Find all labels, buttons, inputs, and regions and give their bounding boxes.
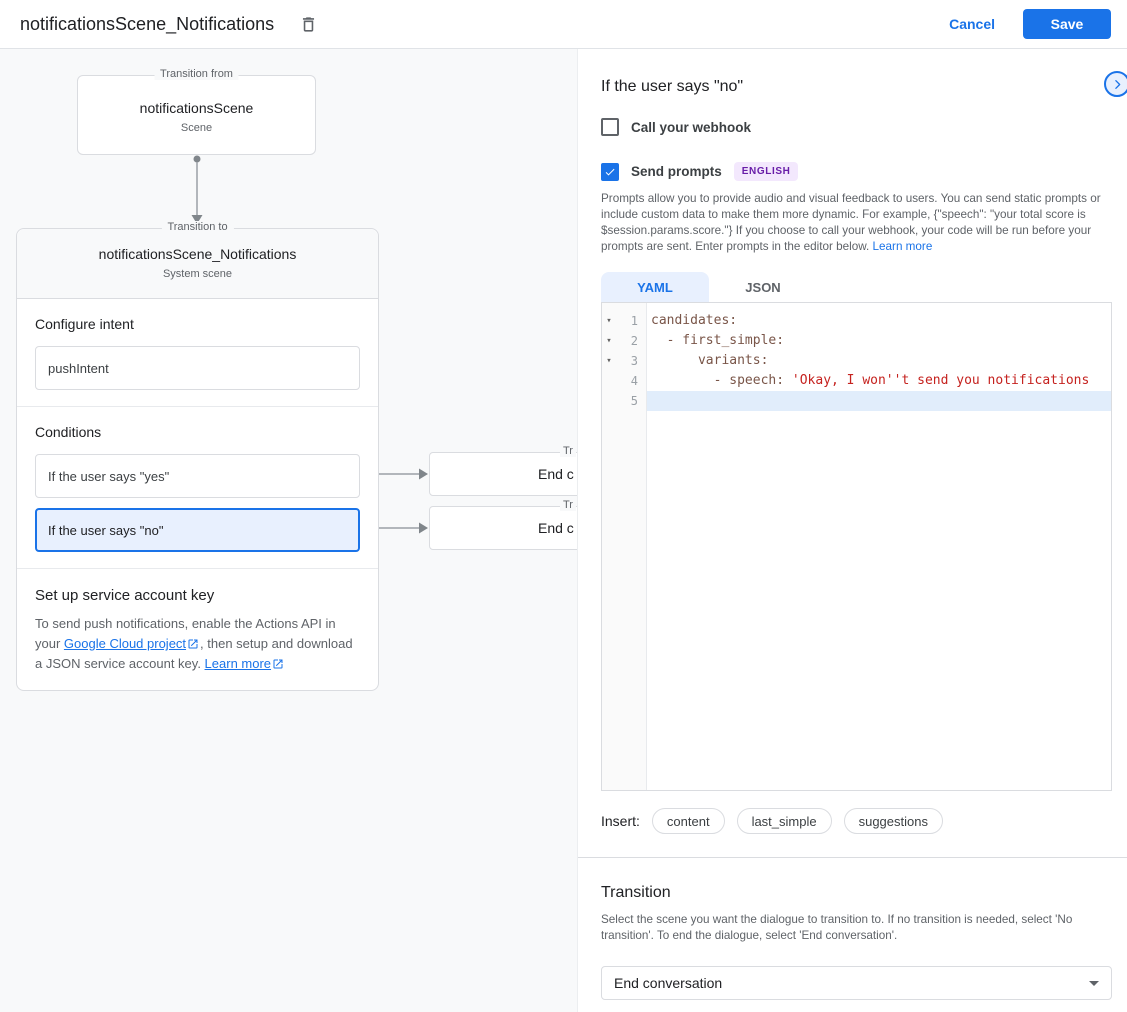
transition-from-badge: Transition from xyxy=(154,68,239,80)
gutter-row: ▾4 xyxy=(602,371,646,391)
webhook-label: Call your webhook xyxy=(631,120,751,135)
scene-card-subtitle: System scene xyxy=(17,268,378,280)
learn-more-link[interactable]: Learn more xyxy=(873,240,933,253)
tab-yaml[interactable]: YAML xyxy=(601,272,709,302)
tab-json[interactable]: JSON xyxy=(709,272,817,302)
code-line[interactable]: candidates: xyxy=(647,311,1111,331)
end-node-badge: Tr xyxy=(560,445,576,457)
end-conversation-node[interactable]: Tr End c xyxy=(429,506,578,550)
code-string: 'Okay, I won''t send you notifications xyxy=(792,373,1089,388)
service-account-title: Set up service account key xyxy=(35,587,360,604)
code-key: - first_simple: xyxy=(651,333,784,348)
chevron-right-icon xyxy=(1111,78,1124,91)
conditions-label: Conditions xyxy=(35,424,360,440)
code-key: variants: xyxy=(651,353,768,368)
send-prompts-row: Send prompts ENGLISH xyxy=(601,162,798,181)
gutter-row: ▾5 xyxy=(602,391,646,411)
header-bar: notificationsScene_Notifications Cancel … xyxy=(0,0,1127,49)
transition-select[interactable]: End conversation xyxy=(601,966,1112,1000)
line-number: 4 xyxy=(616,374,646,388)
transition-description: Select the scene you want the dialogue t… xyxy=(601,912,1113,944)
cancel-button[interactable]: Cancel xyxy=(949,16,995,32)
gutter-row: ▾3 xyxy=(602,351,646,371)
intent-name: pushIntent xyxy=(48,361,109,376)
insert-toolbar: Insert: content last_simple suggestions xyxy=(601,808,943,834)
actions-builder-scene-editor: notificationsScene_Notifications Cancel … xyxy=(0,0,1127,1012)
fold-icon[interactable]: ▾ xyxy=(602,337,616,346)
condition-title: If the user says "no" xyxy=(601,78,743,96)
code-line[interactable]: - first_simple: xyxy=(647,331,1111,351)
editor-tabs: YAML JSON xyxy=(601,272,817,302)
save-button[interactable]: Save xyxy=(1023,9,1111,39)
condition-item-yes[interactable]: If the user says "yes" xyxy=(35,454,360,498)
line-number: 1 xyxy=(616,314,646,328)
external-link-icon xyxy=(272,658,284,670)
collapse-panel-button[interactable] xyxy=(1104,71,1127,97)
language-badge: ENGLISH xyxy=(734,162,799,181)
trash-icon xyxy=(299,15,318,34)
editor-gutter: ▾1 ▾2 ▾3 ▾4 ▾5 xyxy=(602,303,647,790)
code-line[interactable]: - speech: 'Okay, I won''t send you notif… xyxy=(647,371,1111,391)
send-prompts-label: Send prompts xyxy=(631,164,722,179)
insert-last-simple-button[interactable]: last_simple xyxy=(737,808,832,834)
scene-card-header: notificationsScene_Notifications System … xyxy=(17,229,378,299)
page-title: notificationsScene_Notifications xyxy=(20,14,274,35)
condition-label: If the user says "no" xyxy=(48,523,163,538)
code-line[interactable]: variants: xyxy=(647,351,1111,371)
service-account-description: To send push notifications, enable the A… xyxy=(35,614,360,674)
condition-label: If the user says "yes" xyxy=(48,469,169,484)
condition-item-no[interactable]: If the user says "no" xyxy=(35,508,360,552)
conditions-section: Conditions If the user says "yes" If the… xyxy=(17,407,378,569)
code-line-active[interactable] xyxy=(647,391,1111,411)
code-area[interactable]: candidates: - first_simple: variants: - … xyxy=(647,303,1111,790)
configure-intent-section: Configure intent pushIntent xyxy=(17,299,378,407)
code-key: - speech: xyxy=(651,373,792,388)
end-node-badge: Tr xyxy=(560,499,576,511)
intent-item[interactable]: pushIntent xyxy=(35,346,360,390)
service-account-section: Set up service account key To send push … xyxy=(17,569,378,690)
insert-content-button[interactable]: content xyxy=(652,808,725,834)
configure-intent-label: Configure intent xyxy=(35,316,360,332)
line-number: 5 xyxy=(616,394,646,408)
from-node-subtitle: Scene xyxy=(78,122,315,134)
gutter-row: ▾1 xyxy=(602,311,646,331)
transition-select-value: End conversation xyxy=(614,975,722,991)
learn-more-link[interactable]: Learn more xyxy=(205,656,271,671)
section-divider xyxy=(578,857,1127,858)
code-editor[interactable]: ▾1 ▾2 ▾3 ▾4 ▾5 candidates: - first_simpl… xyxy=(601,302,1112,791)
transition-from-node[interactable]: Transition from notificationsScene Scene xyxy=(77,75,316,155)
code-key: candidates: xyxy=(651,313,737,328)
transition-to-badge: Transition to xyxy=(161,221,233,233)
prompts-description-text: Prompts allow you to provide audio and v… xyxy=(601,192,1101,253)
end-conversation-node[interactable]: Tr End c xyxy=(429,452,578,496)
end-node-label: End c xyxy=(538,520,574,536)
condition-editor-panel: If the user says "no" Call your webhook … xyxy=(578,49,1127,1012)
insert-label: Insert: xyxy=(601,813,640,829)
google-cloud-project-link[interactable]: Google Cloud project xyxy=(64,636,186,651)
scene-card-title: notificationsScene_Notifications xyxy=(17,229,378,262)
line-number: 3 xyxy=(616,354,646,368)
transition-section-title: Transition xyxy=(601,884,671,902)
scene-card: Transition to notificationsScene_Notific… xyxy=(16,228,379,691)
gutter-row: ▾2 xyxy=(602,331,646,351)
from-node-title: notificationsScene xyxy=(78,100,315,116)
webhook-row: Call your webhook xyxy=(601,118,751,136)
end-node-label: End c xyxy=(538,466,574,482)
line-number: 2 xyxy=(616,334,646,348)
send-prompts-checkbox[interactable] xyxy=(601,163,619,181)
webhook-checkbox[interactable] xyxy=(601,118,619,136)
fold-icon[interactable]: ▾ xyxy=(602,317,616,326)
delete-scene-button[interactable] xyxy=(294,10,322,38)
dropdown-caret-icon xyxy=(1089,981,1099,986)
prompts-description: Prompts allow you to provide audio and v… xyxy=(601,191,1115,255)
fold-icon[interactable]: ▾ xyxy=(602,357,616,366)
scene-diagram-panel: Transition from notificationsScene Scene… xyxy=(0,49,578,1012)
checkmark-icon xyxy=(604,166,616,178)
external-link-icon xyxy=(187,638,199,650)
insert-suggestions-button[interactable]: suggestions xyxy=(844,808,943,834)
